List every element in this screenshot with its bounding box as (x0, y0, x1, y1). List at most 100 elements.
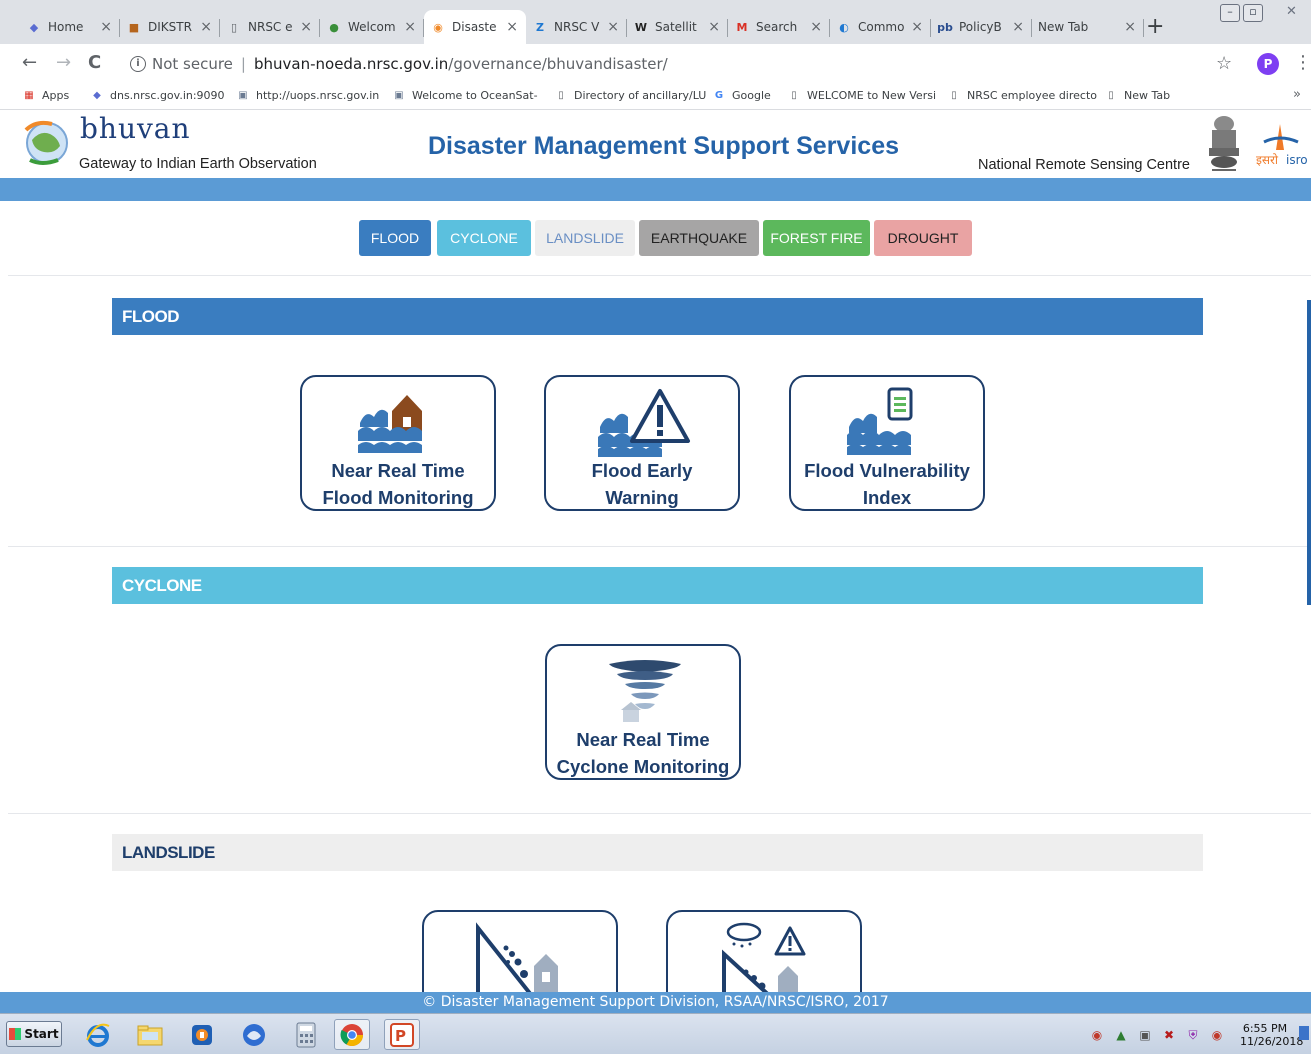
address-bar[interactable]: i Not secure | bhuvan-noeda.nrsc.gov.in /… (118, 50, 1238, 78)
thunderbird-icon[interactable] (236, 1019, 272, 1050)
tab-close-icon[interactable]: × (911, 19, 923, 35)
page-icon: ▯ (1108, 89, 1114, 101)
apps-grid-icon: ▦ (24, 89, 34, 101)
tab-close-icon[interactable]: × (1012, 19, 1024, 35)
bookmark-item[interactable]: ▦ Apps (22, 88, 69, 102)
isro-logo-icon: इसरो isro (1256, 124, 1308, 167)
browser-tab[interactable]: ■ DIKSTR × (120, 12, 220, 42)
site-header: bhuvan Gateway to Indian Earth Observati… (0, 110, 1311, 178)
tray-network-icon[interactable]: ▲ (1112, 1026, 1130, 1044)
ie-icon[interactable] (80, 1019, 116, 1050)
profile-avatar[interactable]: P (1257, 53, 1279, 75)
browser-tab[interactable]: Z NRSC V × (526, 12, 627, 42)
tab-close-icon[interactable]: × (607, 19, 619, 35)
maximize-button[interactable]: ▫ (1243, 4, 1263, 22)
tray-display-icon[interactable]: ▣ (1136, 1026, 1154, 1044)
start-label: Start (24, 1027, 59, 1041)
card-near-real-time-flood-monitoring[interactable]: Near Real Time Flood Monitoring (300, 375, 496, 511)
minimize-button[interactable]: – (1220, 4, 1240, 22)
tray-acrobat-icon[interactable]: ◉ (1088, 1026, 1106, 1044)
bookmark-item[interactable]: ▯ New Tab (1104, 88, 1170, 102)
scrollbar-thumb[interactable] (1307, 300, 1311, 605)
divider (8, 546, 1311, 547)
bookmark-item[interactable]: ▯ WELCOME to New Versi (787, 88, 936, 102)
window-controls: – ▫ (1220, 4, 1266, 26)
powerpoint-icon[interactable]: P (384, 1019, 420, 1050)
bookmark-item[interactable]: ▯ NRSC employee directo (947, 88, 1097, 102)
browser-tab[interactable]: pb PolicyB × (931, 12, 1032, 42)
bookmarks-overflow-icon[interactable]: » (1293, 87, 1301, 102)
tab-label: NRSC e (248, 20, 293, 34)
media-icon[interactable] (184, 1019, 220, 1050)
card-near-real-time-cyclone-monitoring[interactable]: Near Real Time Cyclone Monitoring (545, 644, 741, 780)
info-icon[interactable]: i (130, 56, 146, 72)
browser-tab[interactable]: M Search × (728, 12, 830, 42)
tab-close-icon[interactable]: × (1124, 19, 1136, 35)
tab-close-icon[interactable]: × (810, 19, 822, 35)
tray-security-icon[interactable]: ✖ (1160, 1026, 1178, 1044)
calculator-icon[interactable] (288, 1019, 324, 1050)
card-flood-early-warning[interactable]: Flood Early Warning (544, 375, 740, 511)
windows-taskbar: Start P ◉ ▲ ▣ ✖ ⛨ ◉ 6:55 PM 11/26/2018 (0, 1013, 1311, 1054)
page-title: Disaster Management Support Services (428, 132, 899, 160)
tab-label: Satellit (655, 20, 697, 34)
category-button-drought[interactable]: DROUGHT (874, 220, 972, 256)
category-button-flood[interactable]: FLOOD (359, 220, 431, 256)
browser-tab[interactable]: ◆ Home × (20, 12, 120, 42)
image-icon: ▣ (238, 89, 248, 101)
forward-arrow-icon[interactable]: → (56, 52, 71, 73)
organisation-name: National Remote Sensing Centre (978, 157, 1190, 173)
back-arrow-icon[interactable]: ← (22, 52, 37, 73)
card-label: Near Real Time Flood Monitoring (302, 457, 494, 511)
tab-close-icon[interactable]: × (506, 19, 518, 35)
tab-close-icon[interactable]: × (708, 19, 720, 35)
browser-tab[interactable]: ◉ Disaste × (424, 10, 526, 44)
category-button-landslide[interactable]: LANDSLIDE (535, 220, 635, 256)
menu-dots-icon[interactable]: ⋮ (1294, 52, 1311, 73)
folder-icon[interactable] (132, 1019, 168, 1050)
start-button[interactable]: Start (6, 1021, 62, 1047)
reload-icon[interactable]: C (88, 52, 101, 73)
tab-close-icon[interactable]: × (200, 19, 212, 35)
system-clock[interactable]: 6:55 PM 11/26/2018 (1240, 1022, 1303, 1048)
header-divider-bar (0, 178, 1311, 201)
bookmark-item[interactable]: G Google (712, 88, 771, 102)
tab-label: Search (756, 20, 798, 34)
diamond-icon: ◆ (29, 20, 39, 34)
tray-pdf-icon[interactable]: ◉ (1208, 1026, 1226, 1044)
card-flood-vulnerability-index[interactable]: Flood Vulnerability Index (789, 375, 985, 511)
bookmark-item[interactable]: ▣ Welcome to OceanSat- (392, 88, 537, 102)
logo-tagline: Gateway to Indian Earth Observation (79, 156, 317, 172)
wikipedia-icon: W (634, 20, 648, 34)
svg-text:P: P (395, 1027, 406, 1045)
google-icon: G (714, 89, 724, 101)
browser-tab[interactable]: ▯ NRSC e × (220, 12, 320, 42)
browser-tab[interactable]: ◐ Commo × (830, 12, 931, 42)
flood-house-icon (358, 395, 422, 453)
bookmark-item[interactable]: ◆ dns.nrsc.gov.in:9090 (90, 88, 224, 102)
tab-close-icon[interactable]: × (300, 19, 312, 35)
globe-icon: ● (329, 20, 339, 34)
bookmark-label: WELCOME to New Versi (807, 88, 937, 102)
category-button-forest-fire[interactable]: FOREST FIRE (763, 220, 870, 256)
browser-tab[interactable]: W Satellit × (627, 12, 728, 42)
tab-close-icon[interactable]: × (100, 19, 112, 35)
tab-close-icon[interactable]: × (404, 19, 416, 35)
page-icon: ▯ (558, 89, 564, 101)
bookmark-item[interactable]: ▯ Directory of ancillary/LU (554, 88, 706, 102)
category-button-cyclone[interactable]: CYCLONE (437, 220, 531, 256)
browser-tab[interactable]: ● Welcom × (320, 12, 424, 42)
tab-label: Welcom (348, 20, 396, 34)
bookmark-star-icon[interactable]: ☆ (1216, 53, 1232, 74)
national-emblem-icon (1209, 116, 1239, 171)
chrome-icon[interactable] (334, 1019, 370, 1050)
close-window-button[interactable]: ✕ (1286, 4, 1297, 19)
tab-label: NRSC V (554, 20, 600, 34)
bookmark-item[interactable]: ▣ http://uops.nrsc.gov.in (236, 88, 379, 102)
new-tab-button[interactable]: + (1146, 14, 1164, 39)
category-button-earthquake[interactable]: EARTHQUAKE (639, 220, 759, 256)
browser-tab[interactable]: New Tab × (1032, 12, 1144, 42)
card-label: Flood Vulnerability Index (791, 457, 983, 511)
tray-shield-icon[interactable]: ⛨ (1184, 1026, 1202, 1044)
show-desktop-button[interactable] (1299, 1026, 1309, 1040)
